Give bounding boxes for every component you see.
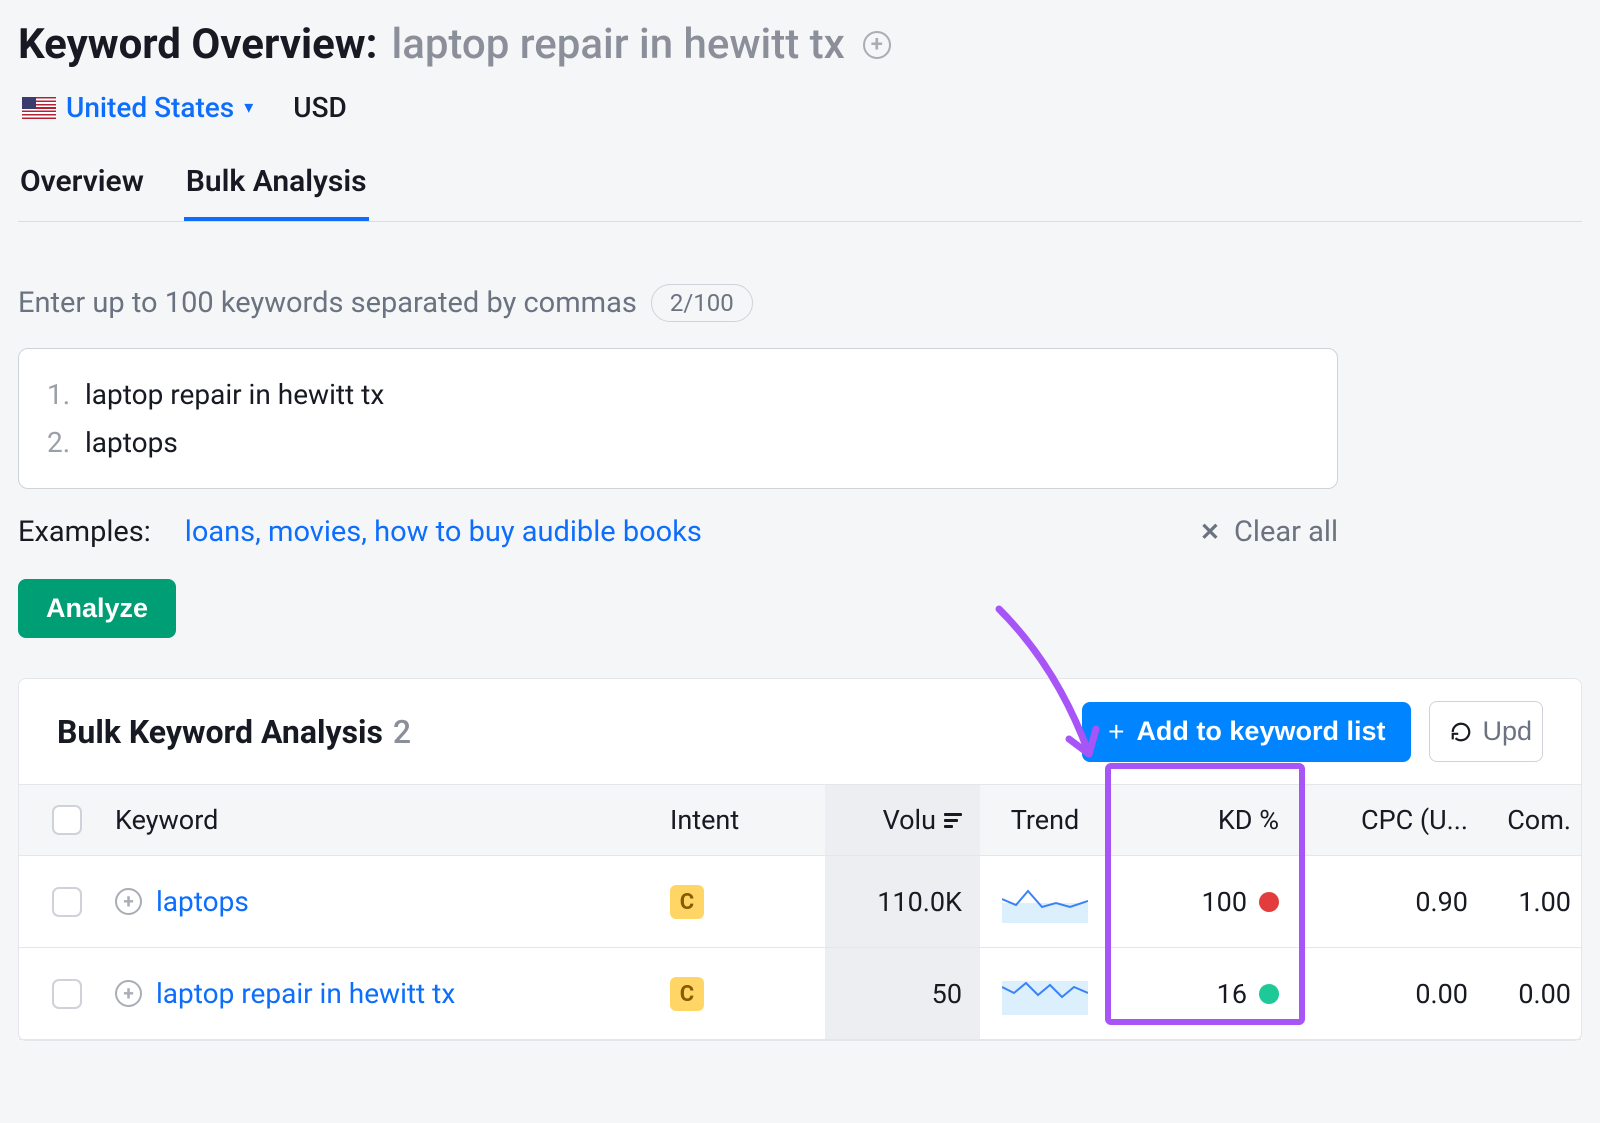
examples-links[interactable]: loans, movies, how to buy audible books [185, 515, 702, 549]
tabs: Overview Bulk Analysis [18, 164, 1582, 222]
country-label: United States [66, 91, 234, 124]
page-header: Keyword Overview: laptop repair in hewit… [18, 20, 1582, 69]
col-cpc[interactable]: CPC (U... [1305, 804, 1480, 836]
table-header: Keyword Intent Volu Trend KD % CPC (U...… [19, 784, 1581, 856]
add-keyword-icon[interactable]: + [863, 31, 891, 59]
clear-all-label: Clear all [1234, 515, 1338, 549]
country-selector[interactable]: United States ▾ [22, 91, 253, 124]
subheader: United States ▾ USD [18, 91, 1582, 124]
trend-sparkline [1002, 973, 1088, 1015]
keyword-line: 1.laptop repair in hewitt tx [47, 371, 1309, 419]
col-com[interactable]: Com. [1480, 804, 1581, 836]
examples-label: Examples: [18, 515, 151, 549]
add-to-list-label: Add to keyword list [1136, 716, 1385, 747]
select-all-checkbox[interactable] [52, 805, 82, 835]
update-label: Upd [1482, 716, 1532, 747]
row-checkbox[interactable] [52, 887, 82, 917]
us-flag-icon [22, 97, 56, 119]
add-to-keyword-list-button[interactable]: + Add to keyword list [1082, 702, 1411, 762]
keywords-textarea[interactable]: 1.laptop repair in hewitt tx 2.laptops [18, 348, 1338, 489]
keyword-link[interactable]: laptops [156, 885, 249, 918]
analyze-button[interactable]: Analyze [18, 579, 176, 638]
clear-all-button[interactable]: ✕ Clear all [1200, 515, 1338, 549]
prompt-text: Enter up to 100 keywords separated by co… [18, 286, 637, 320]
prompt-row: Enter up to 100 keywords separated by co… [18, 284, 1582, 322]
tab-overview[interactable]: Overview [18, 164, 146, 221]
chevron-down-icon: ▾ [244, 97, 253, 118]
com-cell: 0.00 [1480, 978, 1581, 1010]
results-title: Bulk Keyword Analysis [57, 713, 383, 751]
volume-cell: 110.0K [825, 856, 980, 947]
col-trend[interactable]: Trend [980, 804, 1110, 836]
col-intent[interactable]: Intent [670, 804, 825, 836]
volume-cell: 50 [825, 948, 980, 1039]
keyword-line: 2.laptops [47, 419, 1309, 467]
plus-icon: + [1108, 716, 1124, 748]
currency-label: USD [293, 91, 347, 124]
col-volume[interactable]: Volu [825, 785, 980, 855]
kd-value: 16 [1217, 978, 1247, 1010]
trend-sparkline [1002, 881, 1088, 923]
table-row: + laptop repair in hewitt tx C 50 16 [19, 948, 1581, 1040]
tab-bulk-analysis[interactable]: Bulk Analysis [184, 164, 369, 221]
results-panel: Bulk Keyword Analysis 2 + Add to keyword… [18, 678, 1582, 1041]
row-checkbox[interactable] [52, 979, 82, 1009]
intent-badge: C [670, 885, 704, 919]
cpc-cell: 0.00 [1305, 978, 1480, 1010]
page-title: Keyword Overview: [18, 20, 377, 69]
keyword-count-pill: 2/100 [651, 284, 753, 322]
add-row-icon[interactable]: + [115, 888, 142, 915]
add-row-icon[interactable]: + [115, 980, 142, 1007]
kd-dot-icon [1259, 984, 1279, 1004]
col-keyword[interactable]: Keyword [115, 804, 670, 836]
cpc-cell: 0.90 [1305, 886, 1480, 918]
update-button[interactable]: Upd [1429, 701, 1543, 762]
close-icon: ✕ [1200, 518, 1220, 546]
sort-desc-icon [944, 813, 962, 828]
intent-badge: C [670, 977, 704, 1011]
keyword-link[interactable]: laptop repair in hewitt tx [156, 977, 455, 1010]
kd-value: 100 [1201, 886, 1247, 918]
results-count: 2 [393, 713, 411, 751]
kd-dot-icon [1259, 892, 1279, 912]
refresh-icon [1450, 721, 1472, 743]
results-table: Keyword Intent Volu Trend KD % CPC (U...… [19, 784, 1581, 1040]
table-row: + laptops C 110.0K 100 [19, 856, 1581, 948]
header-keyword: laptop repair in hewitt tx [391, 20, 844, 69]
col-kd[interactable]: KD % [1110, 804, 1305, 836]
com-cell: 1.00 [1480, 886, 1581, 918]
